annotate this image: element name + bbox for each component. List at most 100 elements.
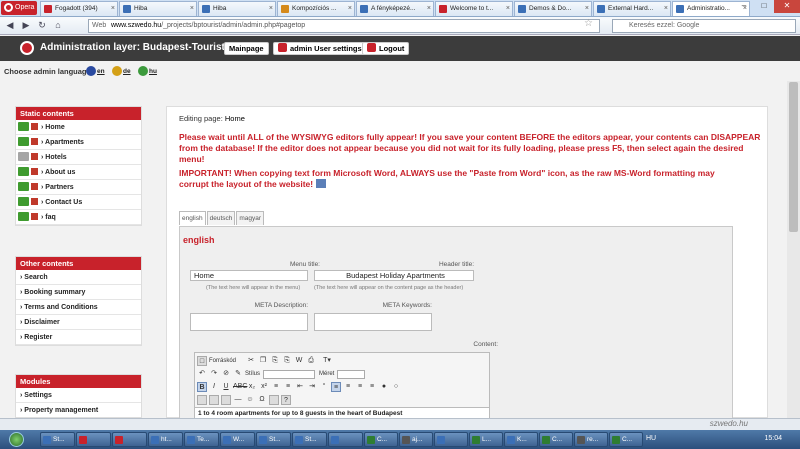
clock[interactable]: 15:04 (764, 435, 782, 442)
edit-icon[interactable] (31, 168, 38, 175)
flag-de-icon[interactable] (112, 66, 122, 76)
flash-icon[interactable] (209, 395, 219, 405)
tab-close-icon[interactable]: × (269, 2, 273, 16)
user-settings-button[interactable]: admin User settings (273, 42, 367, 55)
spellcheck-icon[interactable]: T▾ (318, 356, 336, 366)
taskbar-item[interactable] (76, 432, 111, 447)
sidebar-item[interactable]: › Contact Us (16, 195, 141, 210)
edit-icon[interactable] (31, 198, 38, 205)
mainpage-button[interactable]: Mainpage (224, 42, 269, 55)
address-input[interactable]: Web www.szwedo.hu/_projects/bptourist/ad… (88, 19, 600, 33)
tab-close-icon[interactable]: × (190, 2, 194, 16)
sidebar-item[interactable]: › faq (16, 210, 141, 225)
browser-tab[interactable]: External Hard... × (593, 1, 671, 16)
input-language[interactable]: HU (646, 435, 656, 442)
size-select[interactable] (337, 369, 366, 379)
redo-icon[interactable]: ↷ (209, 369, 219, 379)
opera-menu-button[interactable]: Opera (1, 1, 37, 15)
paste-icon[interactable]: ⎘ (270, 356, 280, 366)
underline-icon[interactable]: U (221, 382, 231, 392)
search-input[interactable]: Keresés ezzel: Google (612, 19, 796, 33)
browser-tab[interactable]: Hiba × (119, 1, 197, 16)
taskbar-item[interactable]: C... (609, 432, 643, 447)
undo-icon[interactable]: ↶ (197, 369, 207, 379)
edit-icon[interactable] (31, 213, 38, 220)
align-left-icon[interactable]: ≡ (331, 382, 341, 392)
page-break-icon[interactable] (269, 395, 279, 405)
lang-hu-link[interactable]: hu (149, 68, 157, 75)
bold-icon[interactable]: B (197, 382, 207, 392)
bullet-list-icon[interactable]: ≡ (283, 382, 293, 392)
back-icon[interactable]: ◀ (4, 20, 16, 32)
outdent-icon[interactable]: ⇤ (295, 382, 305, 392)
taskbar-item[interactable]: K... (504, 432, 538, 447)
bookmark-star-icon[interactable]: ☆ (584, 18, 593, 29)
print-icon[interactable]: ⎙ (306, 356, 316, 366)
blockquote-icon[interactable]: “ (319, 382, 329, 392)
browser-tab[interactable]: Fogadott (394) × (40, 1, 118, 16)
copy-icon[interactable]: ❐ (258, 356, 268, 366)
taskbar-item[interactable]: L... (469, 432, 503, 447)
italic-icon[interactable]: I (209, 382, 219, 392)
style-select[interactable] (263, 369, 316, 379)
lang-en-link[interactable]: en (97, 68, 105, 75)
tab-magyar[interactable]: magyar (236, 211, 265, 225)
horizontal-rule-icon[interactable]: — (233, 395, 243, 405)
tab-close-icon[interactable]: × (348, 2, 352, 16)
sidebar-item[interactable]: › About us (16, 165, 141, 180)
flag-en-icon[interactable] (86, 66, 96, 76)
link-icon[interactable]: ● (379, 382, 389, 392)
header-title-input[interactable]: Budapest Holiday Apartments (314, 270, 474, 281)
taskbar-item[interactable]: Te... (184, 432, 219, 447)
tab-close-icon[interactable]: × (664, 2, 668, 16)
table-icon[interactable] (221, 395, 231, 405)
taskbar-item[interactable] (112, 432, 147, 447)
sidebar-item[interactable]: › Partners (16, 180, 141, 195)
sidebar-item[interactable]: › Search (16, 270, 141, 285)
check-icon[interactable] (18, 137, 29, 146)
maximize-icon[interactable]: □ (754, 0, 774, 13)
subscript-icon[interactable]: x₂ (247, 382, 257, 392)
align-center-icon[interactable]: ≡ (343, 382, 353, 392)
sidebar-item[interactable]: › Property management (16, 403, 141, 417)
check-icon[interactable] (18, 197, 29, 206)
check-icon[interactable] (18, 167, 29, 176)
check-icon[interactable] (18, 182, 29, 191)
tab-close-icon[interactable]: × (506, 2, 510, 16)
taskbar-item[interactable]: St... (256, 432, 291, 447)
taskbar-item[interactable]: aj... (399, 432, 433, 447)
indent-icon[interactable]: ⇥ (307, 382, 317, 392)
image-icon[interactable] (197, 395, 207, 405)
tab-english[interactable]: english (179, 211, 206, 225)
edit-icon[interactable] (31, 153, 38, 160)
smiley-icon[interactable]: ☺ (245, 395, 255, 405)
reload-icon[interactable]: ↻ (36, 20, 48, 32)
tab-close-icon[interactable]: × (585, 2, 589, 16)
browser-tab[interactable]: Demos & Do... × (514, 1, 592, 16)
taskbar-item[interactable]: ht... (148, 432, 183, 447)
browser-tab[interactable]: Kompozíciós ... × (277, 1, 355, 16)
check-icon[interactable] (18, 212, 29, 221)
align-right-icon[interactable]: ≡ (355, 382, 365, 392)
sidebar-item[interactable]: › Apartments (16, 135, 141, 150)
start-button[interactable] (2, 430, 34, 449)
check-icon[interactable] (18, 122, 29, 131)
menu-title-input[interactable]: Home (190, 270, 308, 281)
edit-icon[interactable] (31, 183, 38, 190)
eraser-icon[interactable]: ✎ (233, 369, 243, 379)
tab-close-icon[interactable]: × (111, 2, 115, 16)
sidebar-item[interactable]: › Home (16, 120, 141, 135)
logout-button[interactable]: Logout (362, 42, 410, 55)
check-icon[interactable] (18, 152, 29, 161)
taskbar-item[interactable]: St... (292, 432, 327, 447)
taskbar-item[interactable] (434, 432, 468, 447)
forward-icon[interactable]: ▶ (20, 20, 32, 32)
sidebar-item[interactable]: › Terms and Conditions (16, 300, 141, 315)
paste-word-icon[interactable]: W (294, 356, 304, 366)
paste-text-icon[interactable]: ⎘ (282, 356, 292, 366)
edit-icon[interactable] (31, 138, 38, 145)
sidebar-item[interactable]: › Settings (16, 388, 141, 403)
help-icon[interactable]: ? (281, 395, 291, 405)
tab-close-icon[interactable]: × (427, 2, 431, 16)
taskbar-item[interactable] (328, 432, 363, 447)
